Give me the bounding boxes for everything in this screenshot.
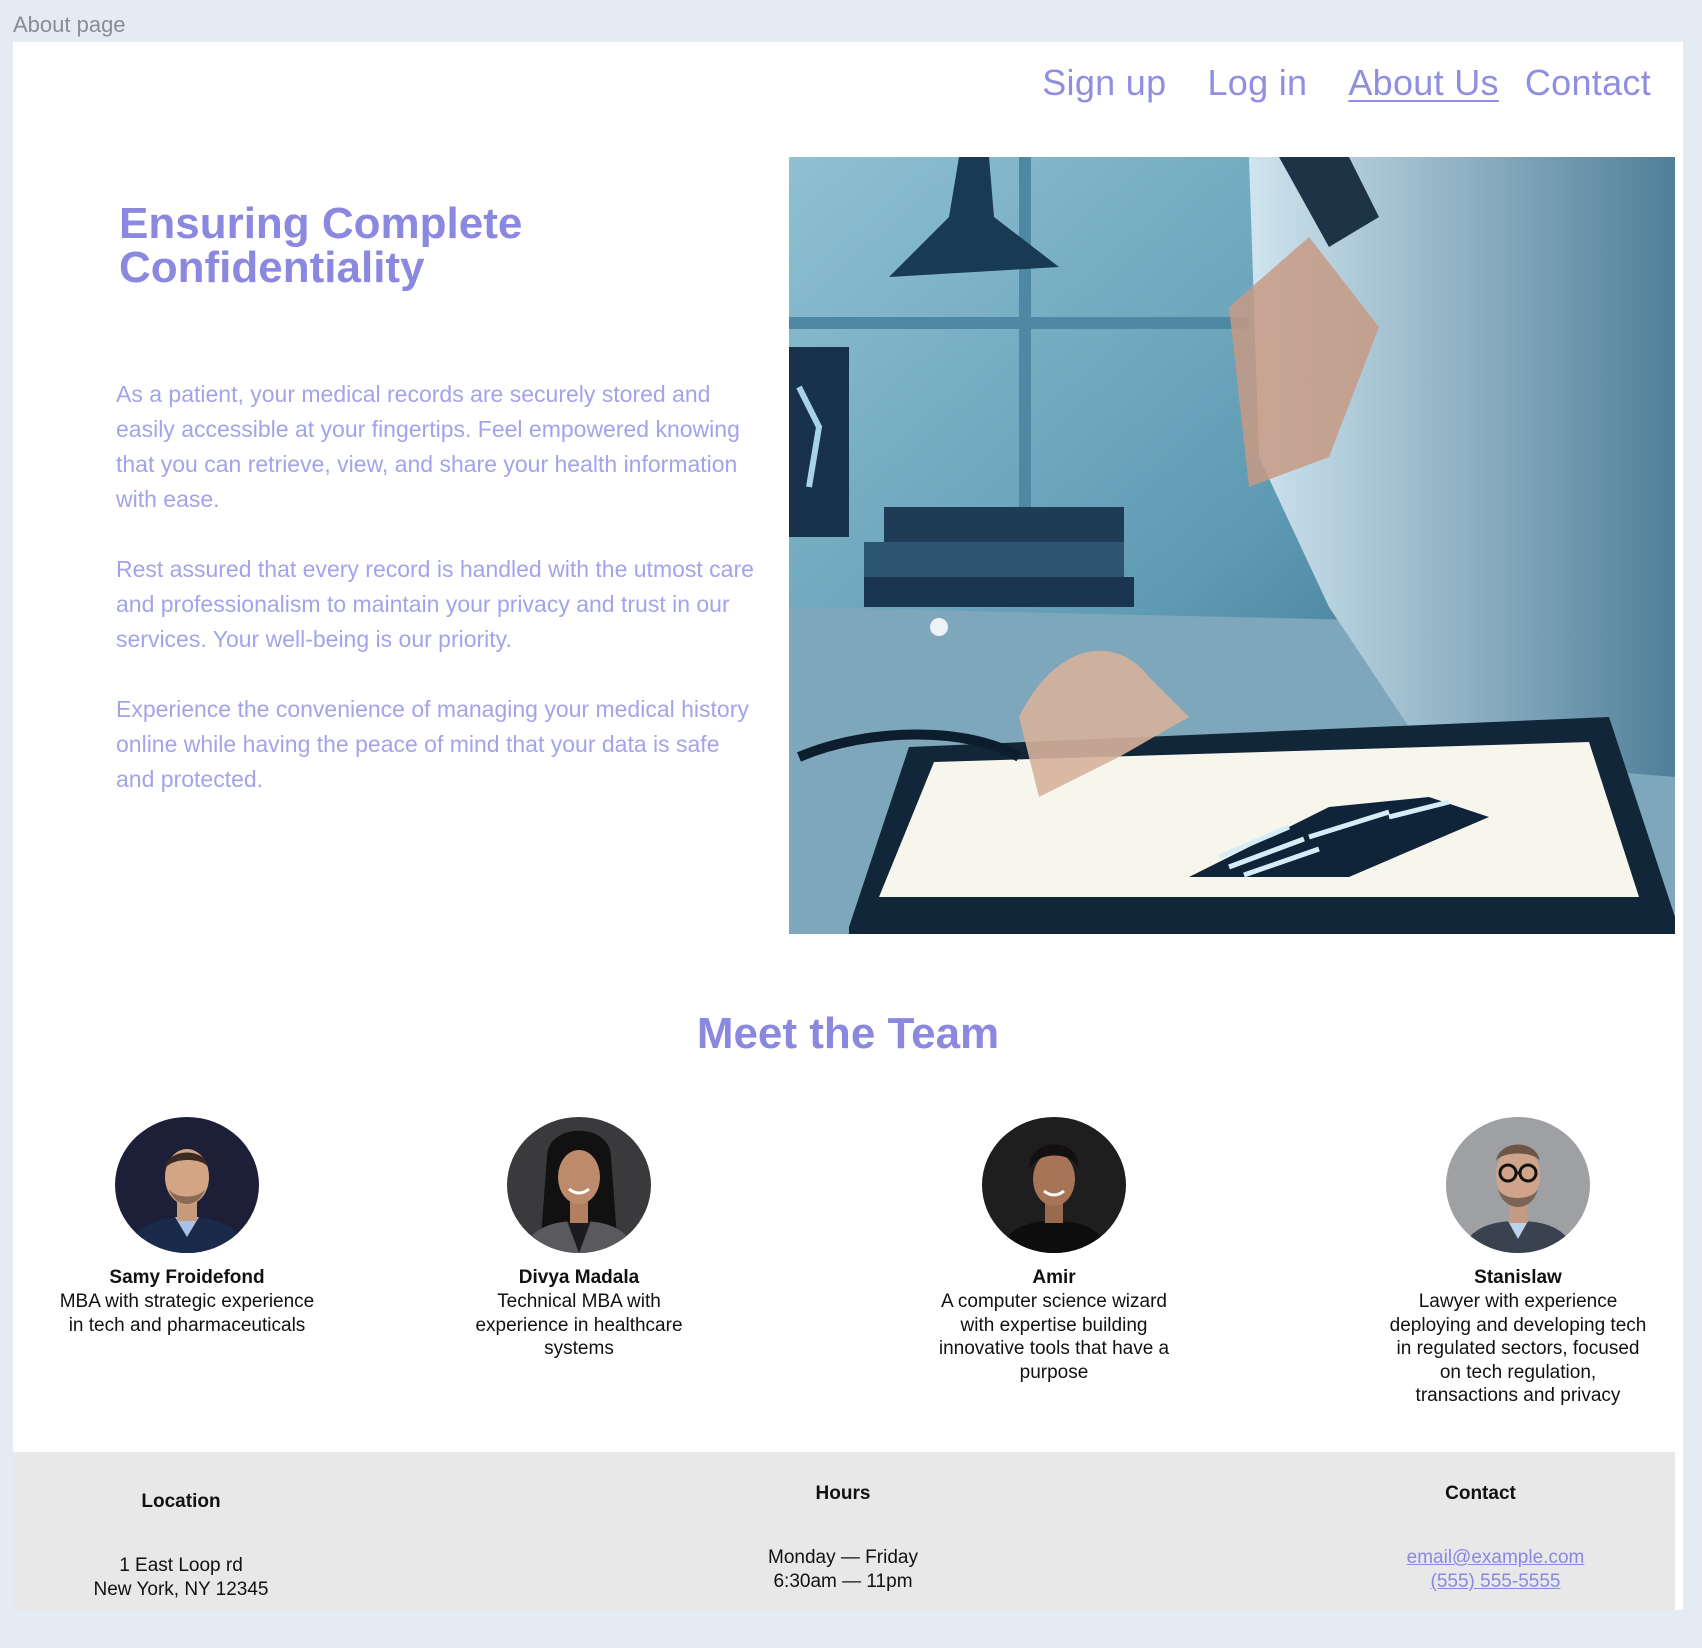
avatar — [115, 1117, 259, 1253]
member-bio: MBA with strategic experience in tech an… — [59, 1291, 315, 1336]
nav-contact-link[interactable]: Contact — [1525, 62, 1651, 104]
hero-body: As a patient, your medical records are s… — [116, 377, 756, 832]
member-name: Stanislaw — [1474, 1267, 1562, 1288]
nav-signup-link[interactable]: Sign up — [1042, 62, 1166, 104]
hero-paragraph: As a patient, your medical records are s… — [116, 381, 740, 512]
hero-title: Ensuring Complete Confidentiality — [119, 199, 523, 292]
frame-label: About page — [13, 12, 126, 37]
team-member-card: Samy Froidefond MBA with strategic exper… — [57, 1117, 317, 1337]
hero-paragraph: Experience the convenience of managing y… — [116, 696, 749, 792]
footer-location: Location 1 East Loop rd New York, NY 123… — [61, 1490, 301, 1602]
nav-about-link[interactable]: About Us — [1348, 62, 1498, 104]
member-name: Amir — [1032, 1267, 1076, 1288]
footer-address-line: New York, NY 12345 — [93, 1579, 269, 1600]
footer-phone-link[interactable]: (555) 555-5555 — [1358, 1570, 1633, 1594]
footer-contact-heading: Contact — [1445, 1483, 1516, 1504]
team-member-card: Amir A computer science wizard with expe… — [924, 1117, 1184, 1384]
avatar — [982, 1117, 1126, 1253]
hero-paragraph: Rest assured that every record is handle… — [116, 556, 754, 652]
member-bio: A computer science wizard with expertise… — [938, 1291, 1170, 1383]
member-bio: Lawyer with experience deploying and dev… — [1389, 1291, 1647, 1406]
member-bio: Technical MBA with experience in healthc… — [475, 1291, 683, 1359]
member-name: Divya Madala — [518, 1267, 640, 1288]
avatar — [507, 1117, 651, 1253]
team-member-card: Divya Madala Technical MBA with experien… — [449, 1117, 709, 1361]
nav-login-link[interactable]: Log in — [1207, 62, 1307, 104]
footer: Location 1 East Loop rd New York, NY 123… — [13, 1452, 1675, 1610]
top-nav: Sign up Log in About Us Contact — [1001, 62, 1651, 104]
hero-doctor-xray-image — [789, 157, 1675, 934]
about-page: Sign up Log in About Us Contact Ensuring… — [13, 42, 1683, 1610]
footer-hours-time: 6:30am — 11pm — [773, 1571, 913, 1592]
footer-contact: Contact email@example.com (555) 555-5555 — [1358, 1482, 1633, 1594]
footer-hours: Hours Monday — Friday 6:30am — 11pm — [693, 1482, 993, 1594]
footer-email-link[interactable]: email@example.com — [1358, 1546, 1633, 1570]
footer-hours-days: Monday — Friday — [768, 1547, 918, 1568]
team-section-title: Meet the Team — [696, 1009, 1000, 1058]
footer-address-line: 1 East Loop rd — [119, 1555, 243, 1576]
avatar — [1446, 1117, 1590, 1253]
member-name: Samy Froidefond — [109, 1267, 265, 1288]
footer-location-heading: Location — [141, 1491, 221, 1512]
team-member-card: Stanislaw Lawyer with experience deployi… — [1388, 1117, 1648, 1408]
footer-hours-heading: Hours — [815, 1483, 871, 1504]
